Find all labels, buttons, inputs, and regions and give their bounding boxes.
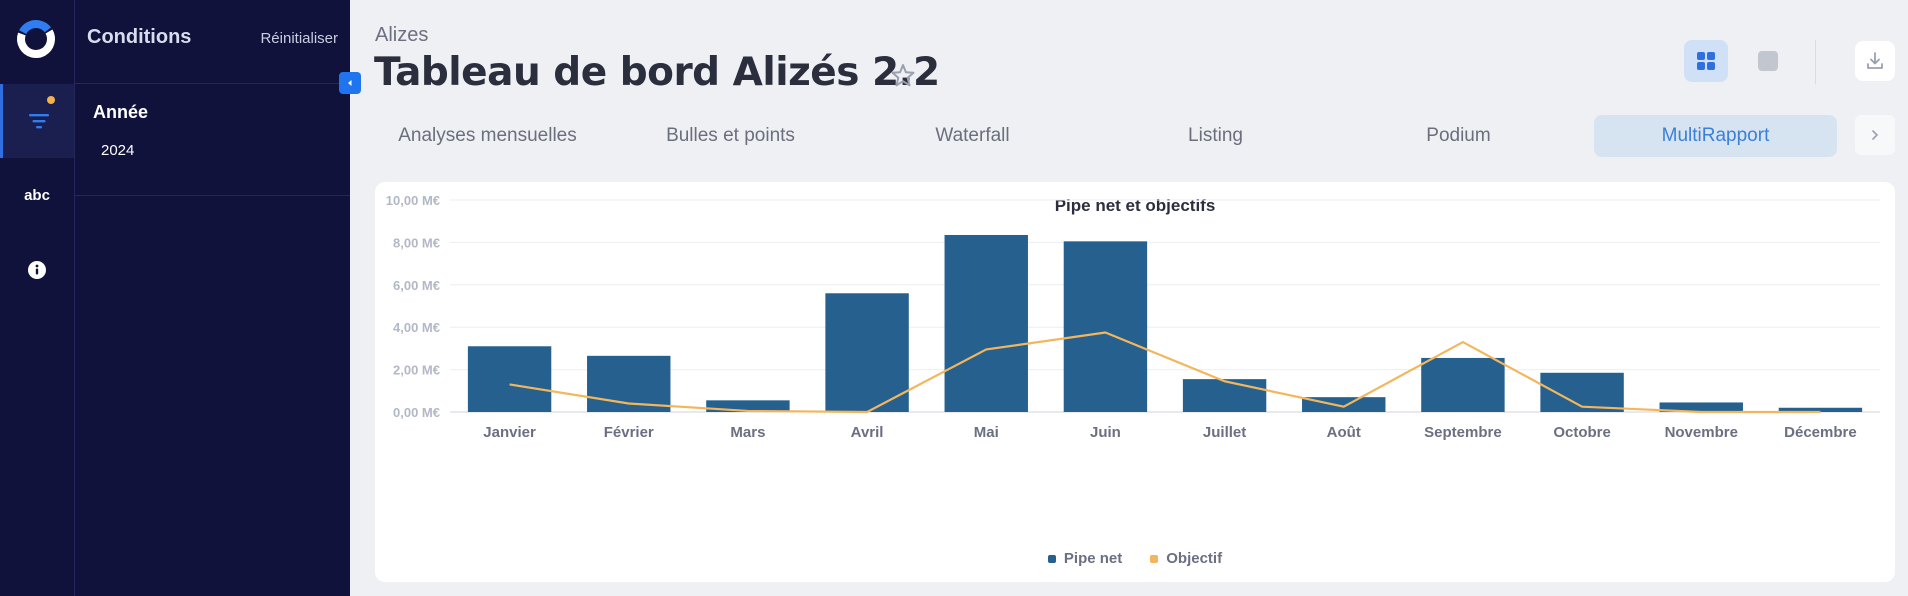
x-tick-label: Janvier	[483, 424, 536, 441]
tab-podium[interactable]: Podium	[1346, 115, 1571, 157]
download-button[interactable]	[1855, 41, 1895, 81]
x-tick-label: Juillet	[1203, 424, 1246, 441]
bar-janvier	[467, 346, 552, 412]
x-tick-label: Août	[1327, 424, 1361, 441]
y-tick-label: 4,00 M€	[393, 320, 440, 335]
legend-swatch	[1047, 554, 1056, 563]
chart-card: Pipe net et objectifs 0,00 M€ 2,00 M€ 4,00…	[375, 182, 1895, 582]
nav-filter[interactable]	[0, 84, 74, 158]
chevron-left-icon	[348, 80, 352, 86]
single-view-button[interactable]	[1746, 40, 1790, 82]
x-tick-label: Avril	[851, 424, 884, 441]
square-icon	[1758, 51, 1778, 71]
nav-rail: abc	[0, 0, 75, 596]
chart: 0,00 M€ 2,00 M€ 4,00 M€ 6,00 M€ 8,00 M€ 10,00…	[386, 193, 1880, 441]
grid-view-button[interactable]	[1684, 40, 1728, 82]
conditions-header: Conditions Réinitialiser	[75, 0, 350, 84]
bar-mai	[944, 234, 1028, 412]
x-tick-label: Mai	[974, 424, 999, 441]
conditions-title: Conditions	[87, 26, 192, 48]
nav-info[interactable]	[0, 233, 74, 307]
x-tick-label: Septembre	[1424, 424, 1502, 441]
bar-avril	[825, 293, 909, 412]
conditions-panel: Conditions Réinitialiser Année 2024	[75, 0, 350, 596]
tab-multirapport[interactable]: MultiRapport	[1594, 115, 1837, 157]
favorite-star-icon[interactable]	[889, 62, 917, 90]
chevron-right-icon	[1872, 130, 1879, 140]
collapse-panel-button[interactable]	[339, 72, 361, 94]
abc-icon: abc	[24, 186, 50, 204]
x-tick-label: Novembre	[1665, 424, 1738, 441]
y-tick-label: 2,00 M€	[393, 363, 440, 378]
download-icon	[1867, 52, 1883, 69]
tab-analyses-mensuelles[interactable]: Analyses mensuelles	[375, 115, 600, 157]
y-tick-label: 0,00 M€	[393, 405, 440, 420]
x-tick-label: Mars	[730, 424, 765, 441]
x-tick-label: Décembre	[1784, 424, 1857, 441]
page-title: Tableau de bord Alizés 2.2	[374, 50, 940, 95]
condition-year: Année 2024	[75, 84, 350, 196]
condition-value[interactable]: 2024	[101, 142, 134, 159]
y-tick-label: 8,00 M€	[393, 235, 440, 250]
x-tick-label: Juin	[1090, 424, 1121, 441]
condition-label: Année	[93, 102, 149, 122]
x-tick-label: Octobre	[1553, 424, 1611, 441]
bar-juillet	[1182, 379, 1267, 412]
bar-juin	[1063, 241, 1148, 412]
divider	[1815, 40, 1816, 84]
breadcrumb[interactable]: Alizes	[375, 24, 428, 47]
tab-listing[interactable]: Listing	[1103, 115, 1328, 157]
x-tick-label: Février	[604, 424, 654, 441]
y-tick-label: 6,00 M€	[393, 278, 440, 293]
bar-septembre	[1421, 357, 1505, 412]
legend-swatch	[1150, 554, 1159, 563]
nav-abc[interactable]: abc	[0, 158, 74, 232]
legend-item-objectif[interactable]: Objectif	[1150, 550, 1222, 567]
tabs-next-button[interactable]	[1855, 115, 1895, 155]
chart-legend: Pipe net Objectif	[375, 550, 1895, 567]
reset-button[interactable]: Réinitialiser	[260, 30, 338, 47]
notification-badge	[47, 96, 55, 104]
info-icon	[28, 261, 46, 279]
legend-item-pipe-net[interactable]: Pipe net	[1047, 550, 1123, 567]
y-tick-label: 10,00 M€	[386, 193, 440, 208]
app-logo[interactable]	[14, 17, 58, 61]
tab-waterfall[interactable]: Waterfall	[860, 115, 1085, 157]
grid-icon	[1697, 52, 1715, 70]
filter-icon	[28, 114, 49, 129]
legend-label: Pipe net	[1063, 550, 1123, 567]
legend-label: Objectif	[1166, 550, 1223, 567]
tab-bulles-et-points[interactable]: Bulles et points	[618, 115, 843, 157]
